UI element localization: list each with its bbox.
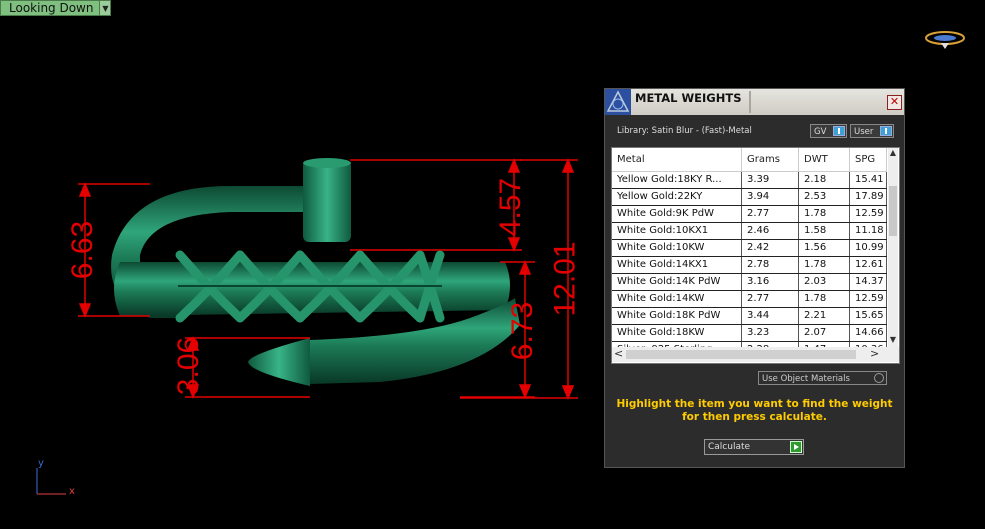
cell-spg: 12.59: [850, 291, 887, 307]
axis-x-label: x: [69, 486, 75, 497]
table-row[interactable]: White Gold:10KX1 2.46 1.58 11.18: [612, 223, 887, 240]
cell-spg: 12.61: [850, 257, 887, 273]
scroll-left-icon[interactable]: <: [614, 347, 623, 360]
cell-metal: White Gold:9K PdW: [612, 206, 742, 222]
user-toggle[interactable]: User: [850, 124, 894, 138]
horizontal-scrollbar[interactable]: < >: [612, 347, 899, 362]
toggle-knob-icon: [880, 126, 892, 136]
cell-metal: Yellow Gold:22KY: [612, 189, 742, 205]
cell-dwt: 1.56: [799, 240, 850, 256]
column-header-metal[interactable]: Metal: [612, 148, 742, 171]
metal-table: Metal Grams DWT SPG Yellow Gold:18KY R..…: [611, 147, 900, 364]
gv-toggle-label: GV: [814, 127, 827, 137]
dimension-label: 6.73: [506, 301, 540, 361]
user-toggle-label: User: [854, 127, 874, 137]
scroll-down-icon[interactable]: ▼: [888, 335, 898, 347]
cell-dwt: 1.78: [799, 257, 850, 273]
scroll-up-icon[interactable]: ▲: [888, 148, 898, 160]
use-object-materials-label: Use Object Materials: [762, 374, 850, 384]
cell-spg: 15.41: [850, 172, 887, 188]
title-divider: [749, 91, 751, 113]
table-row[interactable]: White Gold:18KW 3.23 2.07 14.66: [612, 325, 887, 342]
cell-spg: 17.89: [850, 189, 887, 205]
table-row[interactable]: Yellow Gold:22KY 3.94 2.53 17.89: [612, 189, 887, 206]
scroll-right-icon[interactable]: >: [870, 347, 879, 360]
cell-grams: 2.78: [742, 257, 799, 273]
cell-dwt: 2.07: [799, 325, 850, 341]
instruction-text: Highlight the item you want to find the …: [605, 398, 904, 424]
calculate-label: Calculate: [708, 442, 751, 452]
scroll-thumb[interactable]: [889, 186, 897, 236]
table-row[interactable]: White Gold:9K PdW 2.77 1.78 12.59: [612, 206, 887, 223]
table-row[interactable]: White Gold:14KX1 2.78 1.78 12.61: [612, 257, 887, 274]
cell-grams: 2.46: [742, 223, 799, 239]
cell-dwt: 2.03: [799, 274, 850, 290]
cell-spg: 10.99: [850, 240, 887, 256]
vertical-scrollbar[interactable]: ▲ ▼: [888, 148, 898, 347]
cell-metal: White Gold:14KW: [612, 291, 742, 307]
dimension-label: 4.57: [494, 177, 528, 237]
scroll-thumb[interactable]: [626, 350, 856, 359]
cell-spg: 15.65: [850, 308, 887, 324]
toggle-knob-icon: [833, 126, 845, 136]
table-row[interactable]: White Gold:10KW 2.42 1.56 10.99: [612, 240, 887, 257]
table-row[interactable]: White Gold:18K PdW 3.44 2.21 15.65: [612, 308, 887, 325]
cell-grams: 3.94: [742, 189, 799, 205]
cell-spg: 11.18: [850, 223, 887, 239]
calculate-button[interactable]: Calculate: [704, 439, 804, 455]
cell-dwt: 1.78: [799, 206, 850, 222]
dimension-label: 3.06: [172, 336, 206, 396]
instruction-line: for then press calculate.: [682, 411, 827, 423]
cell-metal: White Gold:18K PdW: [612, 308, 742, 324]
cell-metal: White Gold:14K PdW: [612, 274, 742, 290]
column-header-grams[interactable]: Grams: [742, 148, 799, 171]
instruction-line: Highlight the item you want to find the …: [616, 398, 893, 410]
app-logo-icon: [605, 89, 631, 115]
cell-grams: 3.16: [742, 274, 799, 290]
cell-grams: 2.77: [742, 291, 799, 307]
panel-titlebar[interactable]: METAL WEIGHTS ✕: [605, 89, 904, 115]
cell-metal: White Gold:10KW: [612, 240, 742, 256]
cell-dwt: 1.78: [799, 291, 850, 307]
cell-spg: 12.59: [850, 206, 887, 222]
cell-grams: 3.39: [742, 172, 799, 188]
play-icon: [790, 441, 802, 453]
cell-metal: White Gold:18KW: [612, 325, 742, 341]
table-row[interactable]: Yellow Gold:18KY R... 3.39 2.18 15.41: [612, 172, 887, 189]
axis-gizmo: [36, 468, 66, 495]
axis-y-label: y: [38, 458, 44, 469]
dimension-label: 12.01: [548, 241, 582, 317]
cell-grams: 2.77: [742, 206, 799, 222]
cell-spg: 14.66: [850, 325, 887, 341]
radio-icon[interactable]: [874, 373, 884, 383]
table-row[interactable]: White Gold:14K PdW 3.16 2.03 14.37: [612, 274, 887, 291]
gv-toggle[interactable]: GV: [810, 124, 847, 138]
cell-dwt: 2.21: [799, 308, 850, 324]
cell-metal: White Gold:10KX1: [612, 223, 742, 239]
cell-grams: 3.44: [742, 308, 799, 324]
cell-dwt: 1.58: [799, 223, 850, 239]
cell-spg: 14.37: [850, 274, 887, 290]
library-label: Library: Satin Blur - (Fast)-Metal: [617, 126, 752, 136]
cell-dwt: 2.53: [799, 189, 850, 205]
cell-metal: Yellow Gold:18KY R...: [612, 172, 742, 188]
column-header-dwt[interactable]: DWT: [799, 148, 850, 171]
close-icon[interactable]: ✕: [887, 95, 902, 110]
cell-dwt: 2.18: [799, 172, 850, 188]
cell-grams: 2.42: [742, 240, 799, 256]
column-header-spg[interactable]: SPG: [850, 148, 887, 171]
cell-metal: White Gold:14KX1: [612, 257, 742, 273]
table-header: Metal Grams DWT SPG: [612, 148, 887, 172]
panel-title: METAL WEIGHTS: [635, 91, 742, 105]
use-object-materials-option[interactable]: Use Object Materials: [758, 371, 887, 385]
table-body: Yellow Gold:18KY R... 3.39 2.18 15.41 Yellow…: [612, 172, 887, 359]
dimension-label: 6.63: [66, 220, 100, 280]
table-row[interactable]: White Gold:14KW 2.77 1.78 12.59: [612, 291, 887, 308]
metal-weights-panel: METAL WEIGHTS ✕ Library: Satin Blur - (F…: [604, 88, 905, 468]
gemvision-logo-icon[interactable]: [924, 28, 966, 50]
cell-grams: 3.23: [742, 325, 799, 341]
